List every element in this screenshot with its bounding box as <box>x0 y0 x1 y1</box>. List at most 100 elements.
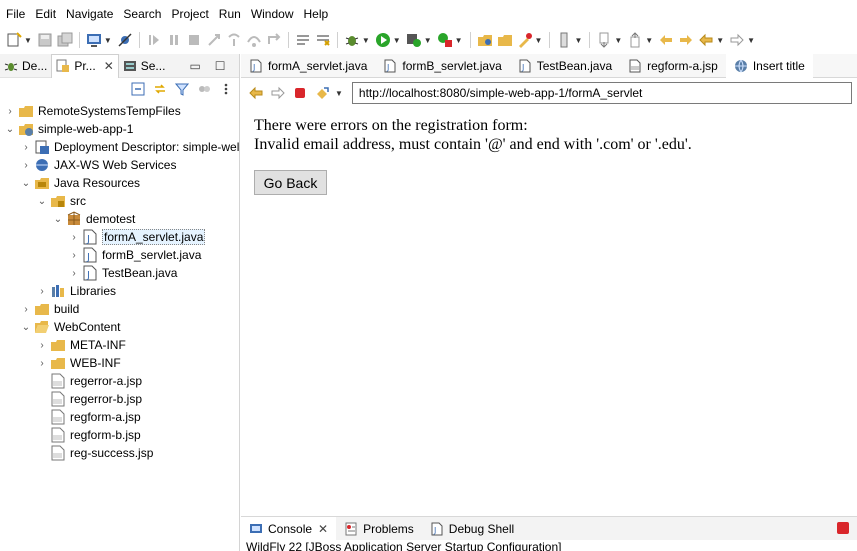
menu-file[interactable]: File <box>1 0 30 28</box>
link-with-editor-icon[interactable] <box>153 82 167 96</box>
open-folder-icon[interactable] <box>497 32 513 48</box>
terminate-icon[interactable] <box>837 522 849 534</box>
debug-icon[interactable] <box>344 32 360 48</box>
previous-annotation-icon[interactable] <box>627 32 643 48</box>
tree-item[interactable]: › build <box>20 300 79 318</box>
dropdown-arrow-icon[interactable]: ▼ <box>645 36 653 45</box>
forward-edit-icon[interactable] <box>678 32 694 48</box>
expanded-chevron-icon[interactable]: ⌄ <box>20 178 32 189</box>
collapsed-chevron-icon[interactable]: › <box>36 340 48 351</box>
dropdown-arrow-icon[interactable]: ▼ <box>424 36 432 45</box>
browser-refresh-icon[interactable] <box>313 84 331 102</box>
tree-item[interactable]: regerror-a.jsp <box>36 372 142 390</box>
menu-run[interactable]: Run <box>214 0 246 28</box>
collapsed-chevron-icon[interactable]: › <box>68 268 80 279</box>
resume-icon[interactable] <box>146 32 162 48</box>
menu-help[interactable]: Help <box>299 0 334 28</box>
browser-back-icon[interactable] <box>247 84 265 102</box>
tree-item[interactable]: › Libraries <box>36 282 116 300</box>
tree-item[interactable]: regerror-b.jsp <box>36 390 142 408</box>
tree-item[interactable]: regform-b.jsp <box>36 426 141 444</box>
expanded-chevron-icon[interactable]: ⌄ <box>36 196 48 207</box>
tree-item[interactable]: regform-a.jsp <box>36 408 141 426</box>
tab-problems[interactable]: Problems <box>336 517 422 541</box>
menu-project[interactable]: Project <box>166 0 213 28</box>
run-server-icon[interactable] <box>406 32 422 48</box>
tab-console[interactable]: Console ✕ <box>241 516 337 541</box>
suspend-icon[interactable] <box>166 32 182 48</box>
dropdown-arrow-icon[interactable]: ▼ <box>393 36 401 45</box>
dropdown-arrow-icon[interactable]: ▼ <box>716 36 724 45</box>
skip-breakpoints-icon[interactable] <box>117 32 133 48</box>
tab-testbean[interactable]: J TestBean.java <box>510 54 620 78</box>
expanded-chevron-icon[interactable]: ⌄ <box>4 124 16 135</box>
collapsed-chevron-icon[interactable]: › <box>20 304 32 315</box>
step-into-icon[interactable] <box>226 32 242 48</box>
tree-item[interactable]: › JformB_servlet.java <box>68 246 201 264</box>
expanded-chevron-icon[interactable]: ⌄ <box>52 214 64 225</box>
deploy-icon[interactable] <box>517 32 533 48</box>
collapsed-chevron-icon[interactable]: › <box>68 232 80 243</box>
save-icon[interactable] <box>37 32 53 48</box>
tree-item[interactable]: › RemoteSystemsTempFiles <box>4 102 180 120</box>
browser-stop-icon[interactable] <box>291 84 309 102</box>
collapsed-chevron-icon[interactable]: › <box>36 286 48 297</box>
tab-debug-shell[interactable]: J Debug Shell <box>422 517 522 541</box>
last-edit-location-icon[interactable] <box>658 32 674 48</box>
minimize-icon[interactable]: ▭ <box>189 59 200 73</box>
dropdown-arrow-icon[interactable]: ▼ <box>455 36 463 45</box>
dropdown-arrow-icon[interactable]: ▼ <box>535 36 543 45</box>
expanded-chevron-icon[interactable]: ⌄ <box>20 322 32 333</box>
collapsed-chevron-icon[interactable]: › <box>20 160 32 171</box>
tab-insert-title[interactable]: Insert title <box>725 53 813 78</box>
menu-edit[interactable]: Edit <box>30 0 61 28</box>
collapse-all-icon[interactable] <box>131 82 145 96</box>
terminal-icon[interactable] <box>86 32 102 48</box>
maximize-icon[interactable]: ☐ <box>215 59 226 73</box>
browser-forward-icon[interactable] <box>269 84 287 102</box>
tree-item[interactable]: › JformA_servlet.java <box>68 228 206 246</box>
save-all-icon[interactable] <box>57 32 73 48</box>
tree-item[interactable]: › Deployment Descriptor: simple-wel <box>20 138 239 156</box>
disconnect-icon[interactable] <box>206 32 222 48</box>
focus-icon[interactable] <box>197 82 211 96</box>
close-icon[interactable]: ✕ <box>318 522 328 536</box>
drop-to-frame-icon[interactable] <box>315 32 331 48</box>
go-back-button[interactable]: Go Back <box>254 170 327 195</box>
tree-item[interactable]: › JAX-WS Web Services <box>20 156 176 174</box>
collapsed-chevron-icon[interactable]: › <box>4 106 16 117</box>
tree-item[interactable]: ⌄ Java Resources <box>20 174 140 192</box>
tree-item[interactable]: ⌄ simple-web-app-1 <box>4 120 133 138</box>
tree-item[interactable]: › META-INF <box>36 336 125 354</box>
back-icon[interactable] <box>698 32 714 48</box>
menu-window[interactable]: Window <box>246 0 299 28</box>
tab-servers[interactable]: Se... <box>119 54 170 78</box>
external-tools-icon[interactable] <box>437 32 453 48</box>
filter-icon[interactable] <box>175 82 189 96</box>
tree-item[interactable]: › WEB-INF <box>36 354 120 372</box>
tree-item[interactable]: › J TestBean.java <box>68 264 177 282</box>
collapsed-chevron-icon[interactable]: › <box>36 358 48 369</box>
dropdown-arrow-icon[interactable]: ▼ <box>574 36 582 45</box>
url-input[interactable] <box>351 82 852 104</box>
tab-forma-servlet[interactable]: J formA_servlet.java <box>241 54 375 78</box>
dropdown-arrow-icon[interactable]: ▼ <box>614 36 622 45</box>
dropdown-arrow-icon[interactable]: ▼ <box>24 36 32 45</box>
step-return-icon[interactable] <box>266 32 282 48</box>
tab-debug[interactable]: De... <box>0 54 51 78</box>
use-step-filters-icon[interactable] <box>295 32 311 48</box>
dropdown-arrow-icon[interactable]: ▼ <box>362 36 370 45</box>
new-java-project-icon[interactable] <box>477 32 493 48</box>
tree-item[interactable]: ⌄ demotest <box>52 210 135 228</box>
tab-formb-servlet[interactable]: J formB_servlet.java <box>375 54 509 78</box>
collapsed-chevron-icon[interactable]: › <box>20 142 32 153</box>
close-icon[interactable]: ✕ <box>104 59 114 73</box>
view-menu-icon[interactable] <box>219 82 233 96</box>
tab-project-explorer[interactable]: Pr... ✕ <box>51 53 119 78</box>
next-annotation-icon[interactable] <box>596 32 612 48</box>
toggle-mark-icon[interactable] <box>556 32 572 48</box>
dropdown-arrow-icon[interactable]: ▼ <box>335 89 343 98</box>
tree-item[interactable]: ⌄ src <box>36 192 86 210</box>
terminate-icon[interactable] <box>186 32 202 48</box>
collapsed-chevron-icon[interactable]: › <box>68 250 80 261</box>
